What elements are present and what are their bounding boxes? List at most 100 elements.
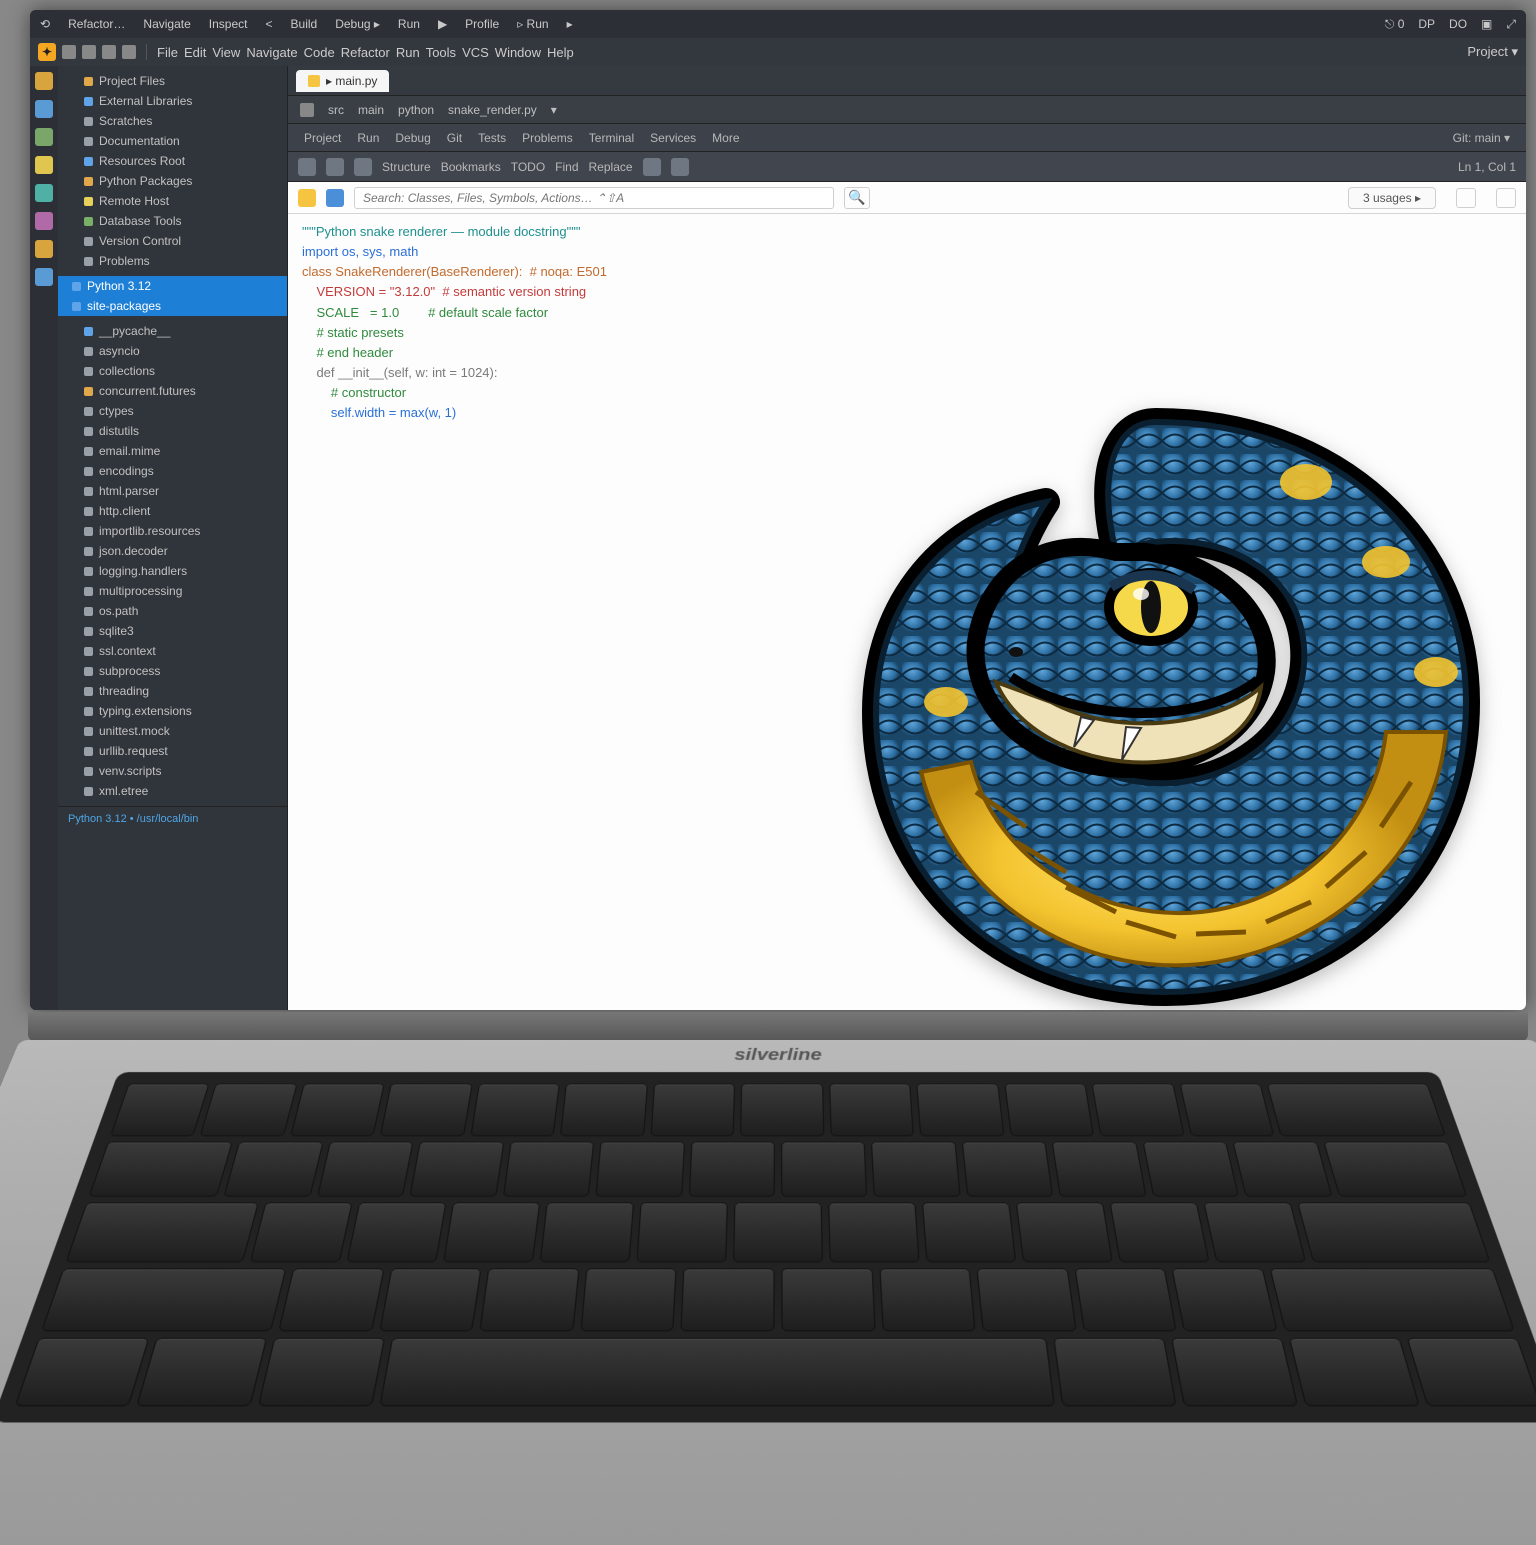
toolwin-tab[interactable]: Git [441, 129, 468, 147]
gutter-icon[interactable] [35, 184, 53, 202]
title-right[interactable]: DP [1418, 17, 1435, 31]
menu-item[interactable]: Code [304, 45, 335, 60]
menu-item[interactable]: VCS [462, 45, 489, 60]
code-line[interactable]: # static presets [302, 323, 1512, 343]
sidebar-item[interactable]: threading [58, 681, 287, 701]
menu-item[interactable]: File [157, 45, 178, 60]
sidebar-item[interactable]: http.client [58, 501, 287, 521]
crumb-item[interactable]: snake_render.py [448, 103, 537, 117]
sidebar-item[interactable]: Project Files [58, 71, 287, 91]
tool-icon[interactable] [298, 158, 316, 176]
sidebar-item[interactable]: Database Tools [58, 211, 287, 231]
tab-active[interactable]: ▸ main.py [296, 70, 389, 92]
project-dropdown[interactable]: Project ▾ [1467, 44, 1518, 60]
tool-icon[interactable] [326, 158, 344, 176]
tool-icon[interactable] [643, 158, 661, 176]
sidebar-item[interactable]: json.decoder [58, 541, 287, 561]
sidebar-item[interactable]: encodings [58, 461, 287, 481]
more-icon[interactable] [1496, 188, 1516, 208]
title-right[interactable]: DO [1449, 17, 1467, 31]
sidebar-item[interactable]: concurrent.futures [58, 381, 287, 401]
sidebar-item[interactable]: asyncio [58, 341, 287, 361]
title-right[interactable]: ⤢ [1506, 17, 1516, 32]
settings-icon[interactable] [1456, 188, 1476, 208]
toolwin-tab[interactable]: Project [298, 129, 347, 147]
sidebar-item-selected[interactable]: Python 3.12 [58, 276, 287, 296]
title-item[interactable]: Refactor… [68, 17, 125, 31]
search-icon[interactable]: 🔍 [844, 187, 870, 209]
sidebar-item[interactable]: unittest.mock [58, 721, 287, 741]
menu-item[interactable]: View [212, 45, 240, 60]
tool-icon[interactable] [671, 158, 689, 176]
code-line[interactable]: """Python snake renderer — module docstr… [302, 222, 1512, 242]
menu-item[interactable]: Window [495, 45, 541, 60]
menu-item[interactable]: Help [547, 45, 574, 60]
sidebar-item[interactable]: Remote Host [58, 191, 287, 211]
crumb-item[interactable]: python [398, 103, 434, 117]
sidebar-item[interactable]: External Libraries [58, 91, 287, 111]
search-input[interactable] [354, 187, 834, 209]
menu-item[interactable]: Tools [426, 45, 456, 60]
menu-item[interactable]: Navigate [246, 45, 297, 60]
title-right[interactable]: ▣ [1481, 17, 1492, 31]
sidebar-item[interactable]: collections [58, 361, 287, 381]
title-item[interactable]: Debug ▸ [335, 17, 380, 31]
sidebar-item[interactable]: importlib.resources [58, 521, 287, 541]
crumb-item[interactable]: ▾ [551, 103, 557, 117]
gutter-icon[interactable] [35, 128, 53, 146]
tool-label[interactable]: Replace [589, 160, 633, 174]
crumb-item[interactable]: src [328, 103, 344, 117]
gutter-icon[interactable] [35, 72, 53, 90]
sidebar-item[interactable]: logging.handlers [58, 561, 287, 581]
sidebar-item[interactable]: __pycache__ [58, 321, 287, 341]
toolwin-tab[interactable]: Debug [389, 129, 436, 147]
tool-label[interactable]: Structure [382, 160, 431, 174]
sidebar-item[interactable]: subprocess [58, 661, 287, 681]
code-line[interactable]: # end header [302, 343, 1512, 363]
menu-item[interactable]: Edit [184, 45, 206, 60]
sidebar-item[interactable]: Documentation [58, 131, 287, 151]
gutter-icon[interactable] [35, 268, 53, 286]
title-item[interactable]: Navigate [143, 17, 190, 31]
toolbar-icon[interactable] [122, 45, 136, 59]
sidebar-item-selected[interactable]: site-packages [58, 296, 287, 316]
crumb-item[interactable]: main [358, 103, 384, 117]
title-item[interactable]: Profile [465, 17, 499, 31]
code-line[interactable]: VERSION = "3.12.0" # semantic version st… [302, 282, 1512, 302]
code-line[interactable]: SCALE = 1.0 # default scale factor [302, 303, 1512, 323]
title-item[interactable]: ⟲ [40, 17, 50, 31]
sidebar-item[interactable]: email.mime [58, 441, 287, 461]
gutter-icon[interactable] [35, 156, 53, 174]
sidebar-item[interactable]: xml.etree [58, 781, 287, 801]
toolbar-icon[interactable] [102, 45, 116, 59]
title-item[interactable]: ▹ Run [517, 17, 548, 31]
sidebar-item[interactable]: Version Control [58, 231, 287, 251]
toolwin-tab[interactable]: Services [644, 129, 702, 147]
gutter-icon[interactable] [35, 100, 53, 118]
title-item[interactable]: < [266, 17, 273, 31]
title-item[interactable]: ▶ [438, 17, 447, 31]
tool-label[interactable]: Find [555, 160, 578, 174]
tool-icon[interactable] [354, 158, 372, 176]
sidebar-item[interactable]: urllib.request [58, 741, 287, 761]
toolwin-tab[interactable]: Terminal [583, 129, 640, 147]
sidebar-item[interactable]: typing.extensions [58, 701, 287, 721]
sidebar-item[interactable]: Resources Root [58, 151, 287, 171]
sidebar-item[interactable]: venv.scripts [58, 761, 287, 781]
toolwin-tab[interactable]: Problems [516, 129, 579, 147]
title-item[interactable]: Inspect [209, 17, 248, 31]
toolbar-icon[interactable] [82, 45, 96, 59]
title-item[interactable]: Build [291, 17, 318, 31]
menu-item[interactable]: Run [396, 45, 420, 60]
code-editor[interactable]: 🔍 3 usages ▸ """Python snake renderer — … [288, 182, 1526, 1010]
code-line[interactable]: import os, sys, math [302, 242, 1512, 262]
tool-label[interactable]: TODO [511, 160, 545, 174]
git-branch[interactable]: Git: main ▾ [1447, 129, 1516, 147]
interpreter-status[interactable]: Python 3.12 • /usr/local/bin [58, 806, 287, 831]
sidebar-item[interactable]: multiprocessing [58, 581, 287, 601]
sidebar-item[interactable]: os.path [58, 601, 287, 621]
gutter-icon[interactable] [35, 212, 53, 230]
toolwin-tab[interactable]: More [706, 129, 745, 147]
toolbar-icon[interactable] [62, 45, 76, 59]
code-line[interactable]: class SnakeRenderer(BaseRenderer): # noq… [302, 262, 1512, 282]
